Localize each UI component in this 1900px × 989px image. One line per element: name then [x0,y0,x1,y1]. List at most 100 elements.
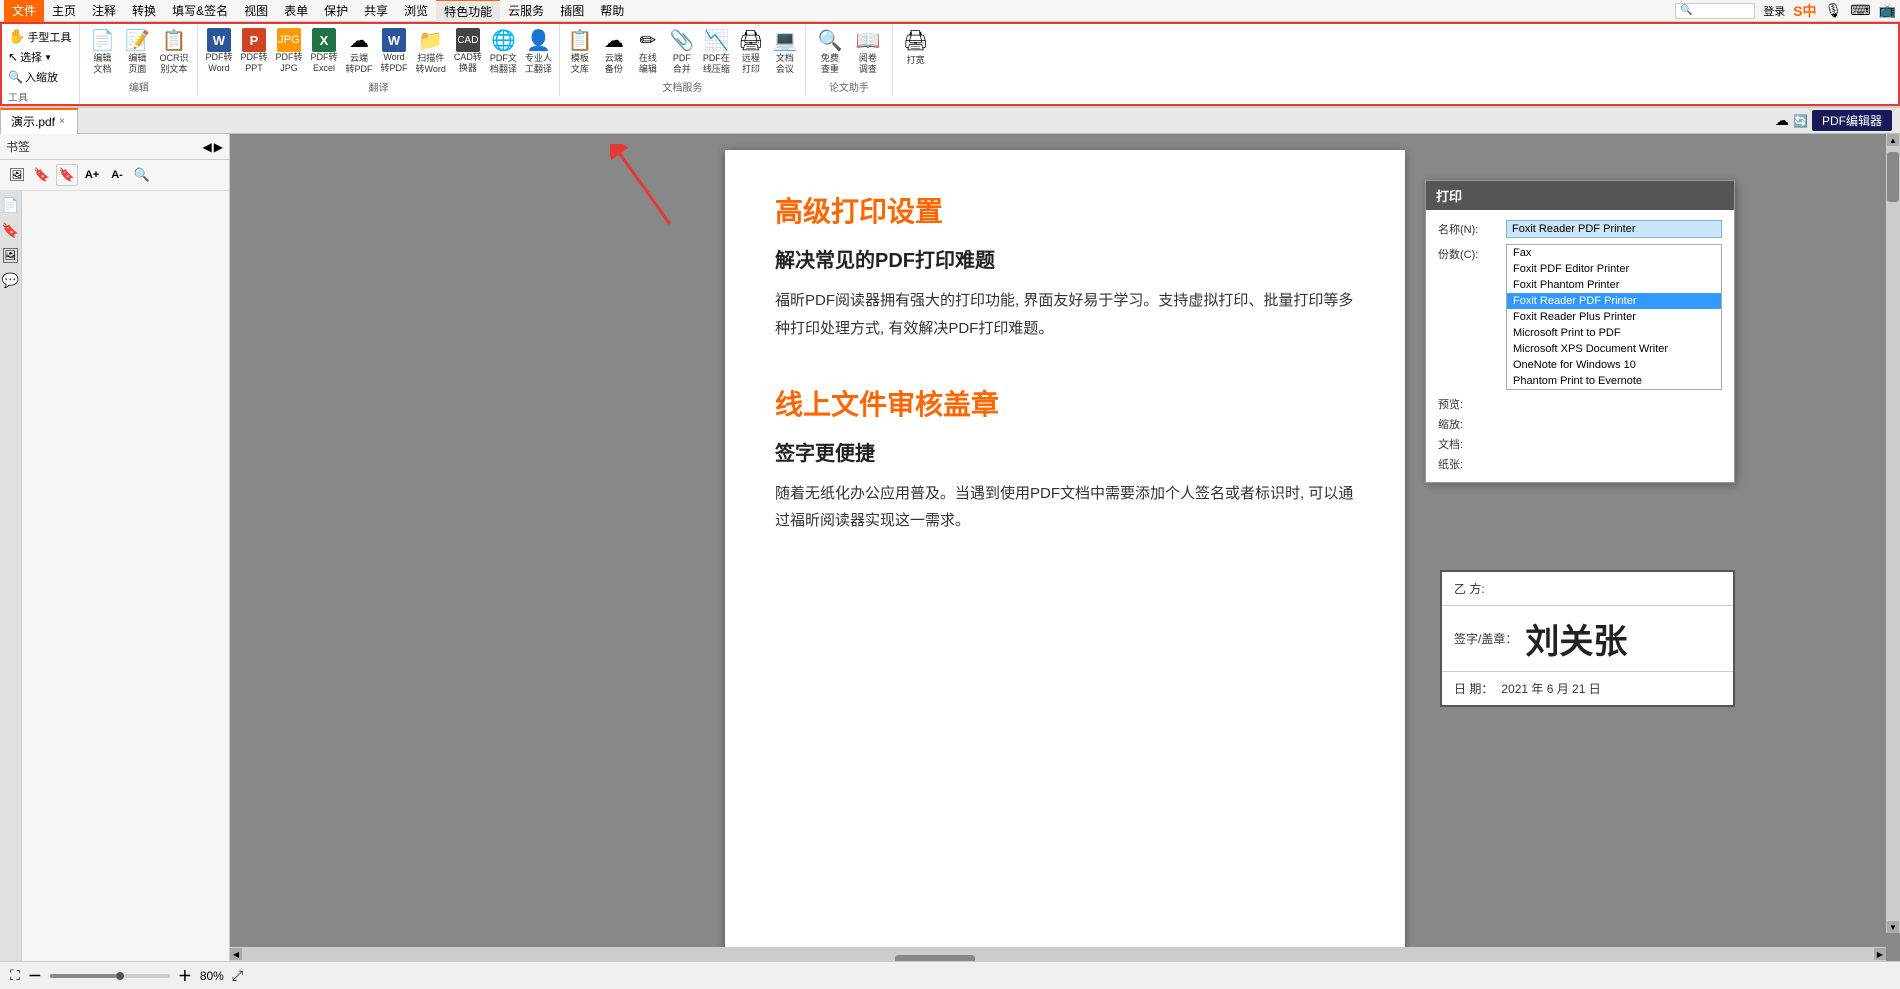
tab-close-btn[interactable]: × [59,116,65,127]
menu-form[interactable]: 填写&签名 [164,0,236,21]
edit-group-label: 编辑 [129,79,149,94]
screen-icon[interactable]: 📺 [1879,2,1896,19]
pro-translate-btn[interactable]: 👤 专业人工翻译 [522,26,555,77]
edit-doc-btn[interactable]: 📄 编辑文档 [86,26,118,77]
hand-tool-btn[interactable]: ✋ 手型工具 [4,26,75,47]
menu-convert[interactable]: 转换 [124,0,164,21]
printer-evernote[interactable]: Phantom Print to Evernote [1507,373,1721,389]
pdf-merge-btn[interactable]: 📎 PDF合并 [666,26,698,77]
scan-to-word-btn[interactable]: 📁 扫描件转Word [413,26,449,77]
signature-name: 刘关张 [1525,614,1627,663]
zoom-value [1506,416,1722,432]
zoom-tool-btn[interactable]: 🔍 入缩放 [4,67,62,87]
menu-plugin[interactable]: 插图 [552,0,592,21]
pdf-tab[interactable]: 演示.pdf × [0,108,78,134]
sync-icon: 🔄 [1793,114,1808,128]
free-check-btn[interactable]: 🔍 免费查重 [812,26,848,77]
doc-services-label: 文档服务 [662,79,702,94]
tool-label: 工具 [4,89,28,104]
date-value: 2021 年 6 月 21 日 [1501,680,1600,697]
menu-home[interactable]: 主页 [44,0,84,21]
printer-foxit-reader[interactable]: Foxit Reader PDF Printer [1507,293,1721,309]
section1-title: 高级打印设置 [775,190,1355,230]
menu-browse[interactable]: 浏览 [396,0,436,21]
word-to-pdf-btn[interactable]: W Word转PDF [378,26,411,77]
printer-ms-pdf[interactable]: Microsoft Print to PDF [1507,325,1721,341]
doc-value [1506,436,1722,452]
menu-file[interactable]: 文件 [4,0,44,22]
zoom-minus-btn[interactable]: － [28,966,42,986]
pdf-compress-btn[interactable]: 📉 PDF在线压缩 [700,26,733,77]
expand-icon[interactable]: ⤢ [232,967,243,984]
bookmark-add2-btn[interactable]: 🔖 [56,164,78,186]
login-button[interactable]: 登录 [1763,3,1785,19]
signature-box: 乙 方: 签字/盖章： 刘关张 日 期： 2021 年 6 月 21 日 [1440,570,1735,707]
printer-fax[interactable]: Fax [1507,245,1721,261]
menu-view[interactable]: 视图 [236,0,276,21]
bookmark-minus-btn[interactable]: A+ [81,164,103,186]
cloud-sync-icon: ☁ [1775,112,1789,129]
cad-converter-btn[interactable]: CAD CAD转换器 [451,26,485,77]
edit-page-btn[interactable]: 📝 编辑页面 [121,26,153,77]
select-tool-btn[interactable]: ↖ 选择 ▼ [4,47,56,67]
printer-onenote[interactable]: OneNote for Windows 10 [1507,357,1721,373]
sidebar-page-icon[interactable]: 📄 [2,197,19,214]
pdf-editor-btn[interactable]: PDF编辑器 [1812,110,1892,131]
paper-label: 纸张: [1438,456,1498,472]
zoom-slider[interactable] [50,974,170,978]
ocr-btn[interactable]: 📋 OCR识别文本 [156,26,191,77]
print-name-value[interactable]: Foxit Reader PDF Printer [1506,220,1722,238]
mic-icon[interactable]: 🎙 [1825,2,1843,19]
party-label: 乙 方: [1454,580,1504,597]
pdf-to-jpg-btn[interactable]: JPG PDF转JPG [272,26,305,77]
pdf-to-ppt-btn[interactable]: P PDF转PPT [237,26,270,77]
sidebar-bookmark-icon[interactable]: 🔖 [2,222,19,239]
online-edit-btn[interactable]: ✏ 在线编辑 [632,26,664,77]
sidebar-comment-icon[interactable]: 💬 [2,272,19,289]
pdf-translate-btn[interactable]: 🌐 PDF文档翻译 [487,26,520,77]
survey-btn[interactable]: 📖 阅卷调查 [850,26,886,77]
search-icon: 🔍 [1680,5,1692,16]
preview-label: 预览: [1438,396,1498,412]
section1-body: 福昕PDF阅读器拥有强大的打印功能, 界面友好易于学习。支持虚拟打印、批量打印等… [775,287,1355,343]
printer-ms-xps[interactable]: Microsoft XPS Document Writer [1507,341,1721,357]
printer-foxit-phantom[interactable]: Foxit Phantom Printer [1507,277,1721,293]
pdf-to-word-btn[interactable]: W PDF转Word [202,26,235,77]
print-name-label: 名称(N): [1438,221,1498,237]
menu-cloud[interactable]: 云服务 [500,0,552,21]
preview-value [1506,396,1722,412]
bookmark-img-btn[interactable]: 🖼 [6,164,28,186]
keyboard-icon[interactable]: ⌨ [1850,2,1870,19]
zoom-plus-btn[interactable]: ＋ [178,966,192,986]
section2-heading: 签字更便捷 [775,437,1355,466]
h-scrollbar[interactable]: ◀ ▶ [230,947,1886,961]
menu-protect[interactable]: 保护 [316,0,356,21]
pdf-to-excel-btn[interactable]: X PDF转Excel [307,26,340,77]
logo-icon: S中 [1793,1,1816,21]
template-btn[interactable]: 📋 模板文库 [564,26,596,77]
sidebar-nav-next[interactable]: ▶ [214,140,223,154]
printer-foxit-plus[interactable]: Foxit Reader Plus Printer [1507,309,1721,325]
menu-table[interactable]: 表单 [276,0,316,21]
zoom-label: 缩放: [1438,416,1498,432]
menu-annotate[interactable]: 注释 [84,0,124,21]
tab-label: 演示.pdf [11,113,55,130]
zoom-value-label: 80% [200,969,224,983]
cloud-to-pdf-btn[interactable]: ☁ 云端转PDF [343,26,376,77]
sidebar-nav-prev[interactable]: ◀ [203,140,212,154]
menu-special[interactable]: 特色功能 [436,0,500,22]
fit-icon[interactable]: ⛶ [10,967,20,984]
doc-meeting-btn[interactable]: 💻 文档会议 [769,26,801,77]
sign-label: 签字/盖章： [1454,630,1517,647]
menu-help[interactable]: 帮助 [592,0,632,21]
cloud-backup-btn[interactable]: ☁ 云端备份 [598,26,630,77]
print-wide-btn[interactable]: 🖨 打宽 [899,26,932,68]
search-bookmark-btn[interactable]: 🔍 [131,164,153,186]
menu-share[interactable]: 共享 [356,0,396,21]
bookmark-add-btn[interactable]: 🔖 [31,164,53,186]
content-scrollbar[interactable]: ▲ ▼ [1886,134,1900,933]
printer-foxit-editor[interactable]: Foxit PDF Editor Printer [1507,261,1721,277]
font-size-btn[interactable]: A- [106,164,128,186]
remote-print-btn[interactable]: 🖨 远程打印 [735,26,767,77]
sidebar-annot-icon[interactable]: 🖼 [2,247,20,264]
